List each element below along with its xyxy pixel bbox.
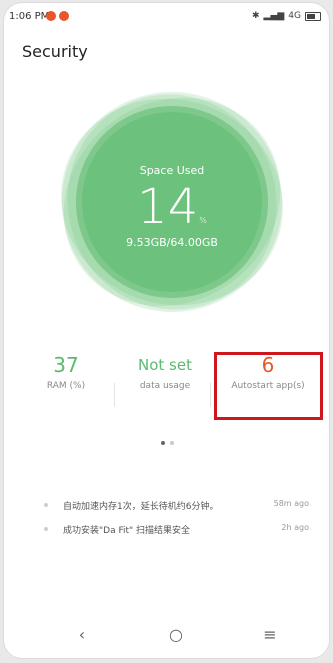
stat-divider xyxy=(210,383,211,407)
network-type: 4G xyxy=(288,11,301,21)
highlight-box xyxy=(214,352,323,420)
status-bar: 1:06 PM ✱ ▂▄▆ 4G xyxy=(4,3,329,29)
status-icons: ✱ ▂▄▆ 4G xyxy=(252,11,321,21)
notification-icon xyxy=(59,11,69,21)
storage-gauge[interactable]: Space Used 14% 9.53GB/64.00GB xyxy=(59,89,285,315)
stat-data-usage[interactable]: Not set data usage xyxy=(115,353,215,391)
page-title: Security xyxy=(22,42,88,61)
stat-data-usage-label: data usage xyxy=(139,381,191,391)
storage-label: Space Used xyxy=(139,164,205,177)
feed-text: 自动加速内存1次，延长待机约6分钟。 xyxy=(63,502,219,512)
activity-feed: 自动加速内存1次，延长待机约6分钟。 58m ago 成功安装"Da Fit" … xyxy=(4,499,329,547)
notification-icon xyxy=(46,11,56,21)
navigation-bar: ‹ ○ ≡ xyxy=(4,612,329,658)
bullet-icon xyxy=(44,503,48,507)
bullet-icon xyxy=(44,527,48,531)
home-button[interactable]: ○ xyxy=(161,624,191,646)
menu-button[interactable]: ≡ xyxy=(255,624,285,646)
stat-ram[interactable]: 37 RAM (%) xyxy=(16,353,116,391)
list-item[interactable]: 成功安装"Da Fit" 扫描结果安全 2h ago xyxy=(4,523,329,547)
storage-detail: 9.53GB/64.00GB xyxy=(126,236,218,249)
list-item[interactable]: 自动加速内存1次，延长待机约6分钟。 58m ago xyxy=(4,499,329,523)
feed-time: 58m ago xyxy=(273,499,309,508)
page-indicator xyxy=(161,441,174,445)
stat-ram-label: RAM (%) xyxy=(46,381,86,391)
feed-text: 成功安装"Da Fit" 扫描结果安全 xyxy=(63,526,190,536)
back-button[interactable]: ‹ xyxy=(67,624,97,646)
stat-ram-value: 37 xyxy=(53,353,79,377)
phone-screen: 1:06 PM ✱ ▂▄▆ 4G Security Space Used 14%… xyxy=(4,3,329,658)
storage-percent-unit: % xyxy=(199,216,207,225)
battery-icon xyxy=(305,11,321,21)
page-dot xyxy=(170,441,174,445)
bluetooth-icon: ✱ xyxy=(251,11,260,21)
feed-time: 2h ago xyxy=(281,523,309,532)
status-time: 1:06 PM xyxy=(9,11,50,22)
stat-data-usage-value: Not set xyxy=(138,356,192,374)
storage-percent-value: 14 xyxy=(137,179,199,235)
page-dot-active xyxy=(161,441,165,445)
signal-icon: ▂▄▆ xyxy=(263,11,285,21)
